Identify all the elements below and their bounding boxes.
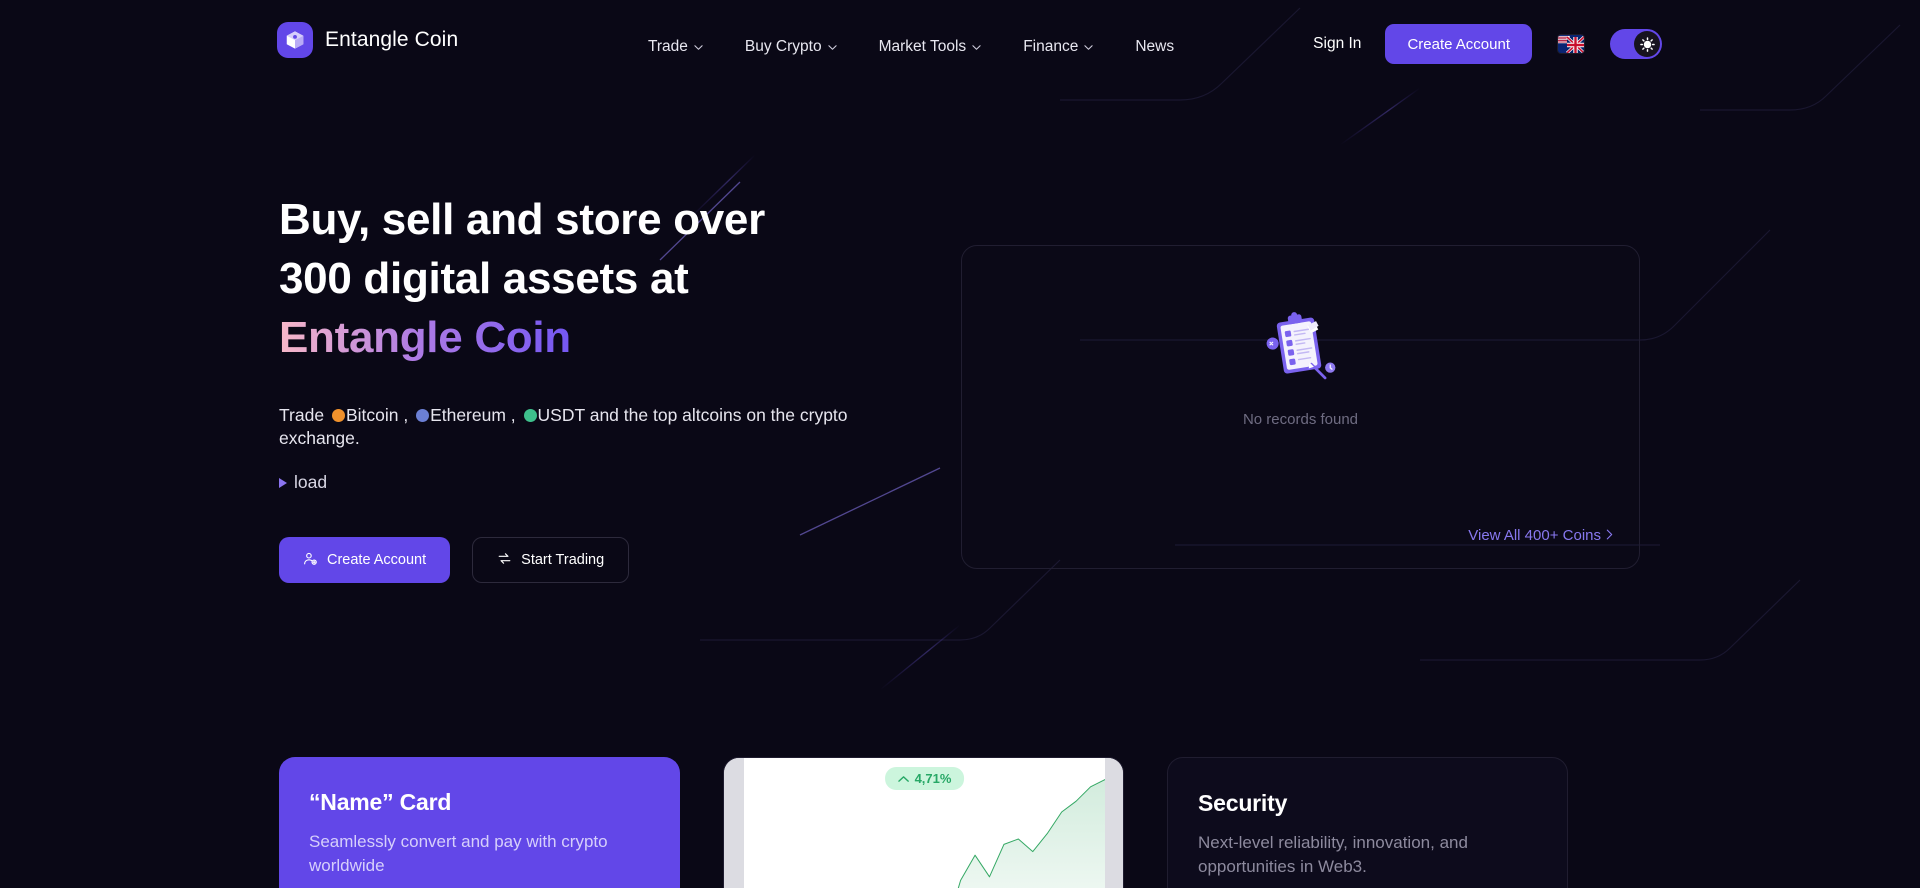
empty-state: No records found bbox=[962, 304, 1639, 428]
start-trading-button[interactable]: Start Trading bbox=[472, 537, 630, 583]
chart-surface: 4,71% bbox=[724, 758, 1123, 888]
feature-card-name-card[interactable]: “Name” Card Seamlessly convert and pay w… bbox=[279, 757, 680, 888]
chart-change-badge: 4,71% bbox=[884, 767, 965, 790]
feature-card-chart[interactable]: 4,71% bbox=[723, 757, 1124, 888]
view-all-coins-link[interactable]: View All 400+ Coins bbox=[1468, 527, 1613, 544]
bitcoin-icon bbox=[331, 409, 345, 422]
hero-button-label: Start Trading bbox=[521, 552, 605, 568]
hero-buttons: Create Account Start Trading bbox=[279, 537, 899, 583]
main-navigation: Trade Buy Crypto Market Tools Finance Ne… bbox=[648, 34, 1174, 60]
nav-item-label: Finance bbox=[1023, 38, 1079, 55]
feature-cards: “Name” Card Seamlessly convert and pay w… bbox=[279, 757, 1568, 888]
hero-title-accent: Entangle Coin bbox=[279, 313, 571, 362]
hero-subtitle: Trade Bitcoin , Ethereum , USDT and the … bbox=[279, 404, 869, 450]
hero-sub-prefix: Trade bbox=[279, 405, 329, 425]
ethereum-icon bbox=[416, 409, 430, 422]
cube-icon bbox=[277, 22, 313, 58]
load-label: load bbox=[294, 472, 328, 492]
brand-logo-link[interactable]: Entangle Coin bbox=[277, 22, 458, 58]
nav-item-label: Market Tools bbox=[878, 38, 967, 55]
nav-item-finance[interactable]: Finance bbox=[1023, 34, 1093, 60]
chevron-down-icon bbox=[972, 43, 981, 52]
page-root: Entangle Coin Trade Buy Crypto Market To… bbox=[0, 0, 1920, 888]
card-text: Next-level reliability, innovation, and … bbox=[1198, 833, 1468, 876]
nav-item-buy-crypto[interactable]: Buy Crypto bbox=[745, 34, 837, 60]
card-title: “Name” Card bbox=[309, 789, 452, 815]
empty-state-label: No records found bbox=[1242, 411, 1359, 428]
swap-arrows-icon bbox=[497, 551, 512, 570]
chevron-down-icon bbox=[827, 43, 837, 52]
chevron-down-icon bbox=[1084, 43, 1093, 52]
sign-in-link[interactable]: Sign In bbox=[1313, 35, 1361, 53]
theme-toggle[interactable] bbox=[1610, 29, 1662, 59]
hero-section: Buy, sell and store over 300 digital ass… bbox=[279, 190, 899, 583]
brand-name: Entangle Coin bbox=[325, 28, 459, 51]
theme-toggle-knob-icon bbox=[1634, 31, 1660, 57]
nav-item-market-tools[interactable]: Market Tools bbox=[879, 34, 982, 60]
user-add-icon bbox=[303, 551, 318, 570]
chart-change-value: 4,71% bbox=[914, 771, 952, 786]
feature-card-security[interactable]: Security Next-level reliability, innovat… bbox=[1167, 757, 1568, 888]
coin-name-bitcoin: Bitcoin bbox=[345, 405, 399, 425]
nav-item-label: Trade bbox=[648, 38, 688, 55]
chart-left-gutter bbox=[724, 758, 744, 888]
header-actions: Sign In Create Account bbox=[1313, 24, 1662, 64]
card-text: Seamlessly convert and pay with crypto w… bbox=[309, 832, 608, 875]
coin-separator-2: , bbox=[505, 405, 521, 425]
nav-item-news[interactable]: News bbox=[1135, 34, 1174, 60]
usdt-icon bbox=[523, 409, 537, 422]
caret-up-icon bbox=[897, 771, 909, 786]
nav-item-trade[interactable]: Trade bbox=[648, 34, 703, 60]
nav-item-label: News bbox=[1135, 38, 1175, 55]
load-row[interactable]: load bbox=[279, 472, 899, 493]
hero-title-line2: 300 digital assets at bbox=[279, 254, 689, 303]
card-title: Security bbox=[1198, 790, 1288, 816]
create-account-button[interactable]: Create Account bbox=[1385, 24, 1532, 64]
coin-separator-1: , bbox=[398, 405, 414, 425]
uk-us-flag-icon[interactable] bbox=[1558, 35, 1584, 53]
hero-button-label: Create Account bbox=[327, 552, 427, 568]
clipboard-checklist-icon bbox=[1258, 304, 1344, 395]
chevron-right-icon bbox=[1606, 527, 1613, 544]
hero-title-line1: Buy, sell and store over bbox=[279, 195, 765, 244]
play-triangle-icon bbox=[279, 477, 287, 488]
chart-right-gutter bbox=[1105, 758, 1123, 888]
nav-item-label: Buy Crypto bbox=[744, 38, 822, 55]
site-header: Entangle Coin Trade Buy Crypto Market To… bbox=[0, 0, 1920, 90]
coins-panel: No records found View All 400+ Coins bbox=[961, 245, 1640, 569]
chart-plot-area: 4,71% bbox=[744, 758, 1105, 888]
hero-create-account-button[interactable]: Create Account bbox=[279, 537, 451, 583]
chevron-down-icon bbox=[694, 43, 703, 52]
coin-name-usdt: USDT bbox=[537, 405, 585, 425]
hero-title: Buy, sell and store over 300 digital ass… bbox=[279, 190, 899, 367]
coin-name-ethereum: Ethereum bbox=[430, 405, 506, 425]
view-all-label: View All 400+ Coins bbox=[1468, 527, 1601, 544]
